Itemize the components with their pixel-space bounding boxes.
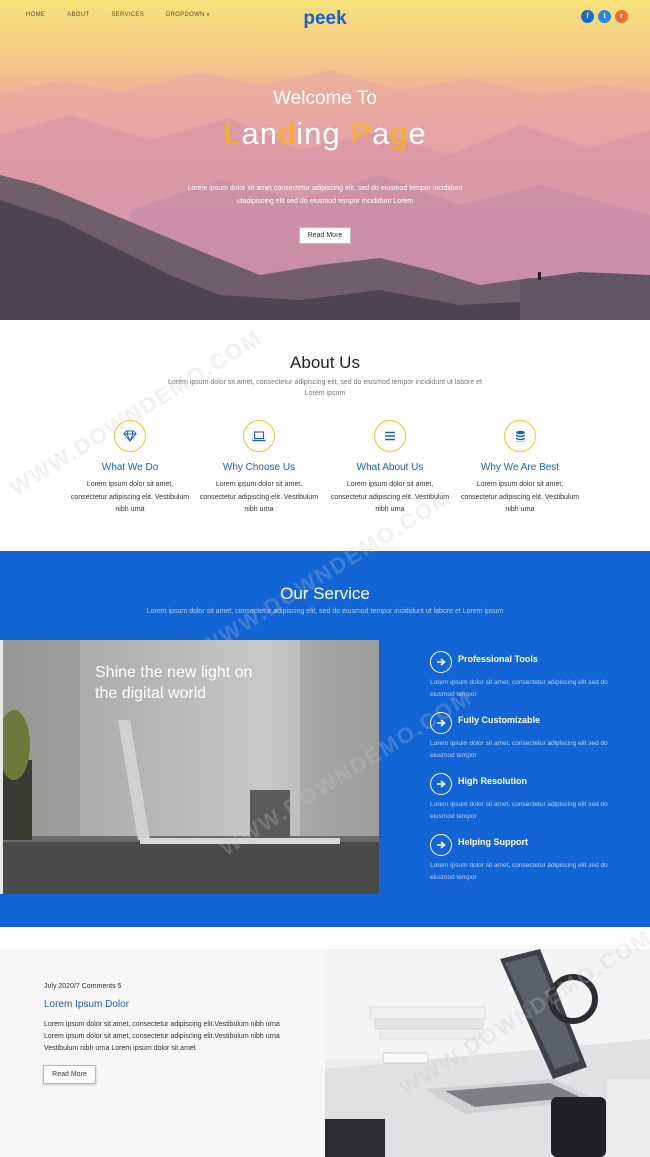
hero-read-more-button[interactable]: Read More bbox=[299, 227, 351, 244]
service-item-title[interactable]: High Resolution bbox=[458, 776, 527, 786]
service-text: Lorem ipsum dolor sit amet, consectetur … bbox=[146, 608, 504, 615]
brand-logo[interactable]: peek bbox=[0, 8, 650, 30]
feature-text: Lorem ipsum dolor sit amet, consectetur … bbox=[70, 481, 190, 513]
hero-text: Lorem ipsum dolor sit amet consectetur a… bbox=[187, 185, 463, 205]
service-item-text: Lorem ipsum dolor sit amet, consectetur … bbox=[430, 801, 608, 820]
arrow-right-icon[interactable] bbox=[430, 834, 452, 856]
feature-title: What We Do bbox=[101, 462, 159, 473]
service-item-text: Lorem ipsum dolor sit amet, consectetur … bbox=[430, 740, 608, 759]
hero-title-part: a bbox=[371, 116, 391, 151]
hero-title-part: g bbox=[390, 116, 409, 151]
feature-why-we-are-best: Why We Are Best Lorem ipsum dolor sit am… bbox=[460, 420, 580, 517]
service-item-text: Lorem ipsum dolor sit amet, consectetur … bbox=[430, 862, 608, 881]
service-image-caption: Shine the new light on the digital world bbox=[95, 662, 252, 704]
arrow-right-icon[interactable] bbox=[430, 773, 452, 795]
blog-read-more-button[interactable]: Read More bbox=[43, 1065, 96, 1084]
service-section: Our Service Lorem ipsum dolor sit amet, … bbox=[0, 551, 650, 927]
hero-title-part: d bbox=[278, 116, 297, 151]
workspace-laptop-image: Shine the new light on the digital world bbox=[0, 640, 379, 894]
hero-title: Landing Page bbox=[0, 116, 650, 152]
blog-text: Lorem ipsum dolor sit amet, consectetur … bbox=[44, 1021, 280, 1052]
service-item-title[interactable]: Fully Customizable bbox=[458, 715, 540, 725]
hero-subtitle: Welcome To bbox=[273, 88, 377, 109]
hero-title-part: e bbox=[408, 116, 427, 151]
list-icon bbox=[374, 420, 406, 452]
caption-line-1: Shine the new light on bbox=[95, 664, 253, 681]
hero-title-part: L bbox=[223, 116, 242, 151]
laptop-icon bbox=[243, 420, 275, 452]
feature-title: Why Choose Us bbox=[222, 462, 296, 473]
blog-title[interactable]: Lorem Ipsum Dolor bbox=[44, 999, 129, 1010]
rss-icon[interactable]: r bbox=[615, 10, 628, 23]
blog-meta: July 2020/7 Comments 5 bbox=[44, 983, 122, 990]
hero-title-part: an bbox=[241, 116, 279, 151]
service-item-title[interactable]: Helping Support bbox=[458, 837, 528, 847]
about-title: About Us bbox=[290, 353, 360, 372]
social-links: f t r bbox=[581, 10, 628, 23]
hero-section: HOME ABOUT SERVICES DROPDOWN ▾ peek f t r… bbox=[0, 0, 650, 320]
feature-title: What About Us bbox=[356, 462, 424, 473]
feature-why-choose-us: Why Choose Us Lorem ipsum dolor sit amet… bbox=[199, 420, 319, 517]
hero-title-part: ing bbox=[296, 116, 351, 151]
facebook-icon[interactable]: f bbox=[581, 10, 594, 23]
feature-text: Lorem ipsum dolor sit amet, consectetur … bbox=[460, 481, 580, 513]
database-icon bbox=[504, 420, 536, 452]
mountain-landscape-image bbox=[0, 70, 650, 320]
feature-text: Lorem ipsum dolor sit amet, consectetur … bbox=[199, 481, 319, 513]
arrow-right-icon[interactable] bbox=[430, 651, 452, 673]
service-item-title[interactable]: Professional Tools bbox=[458, 654, 538, 664]
hero-title-part: P bbox=[350, 116, 372, 151]
feature-title: Why We Are Best bbox=[480, 462, 560, 473]
twitter-icon[interactable]: t bbox=[598, 10, 611, 23]
caption-line-2: the digital world bbox=[95, 685, 207, 702]
